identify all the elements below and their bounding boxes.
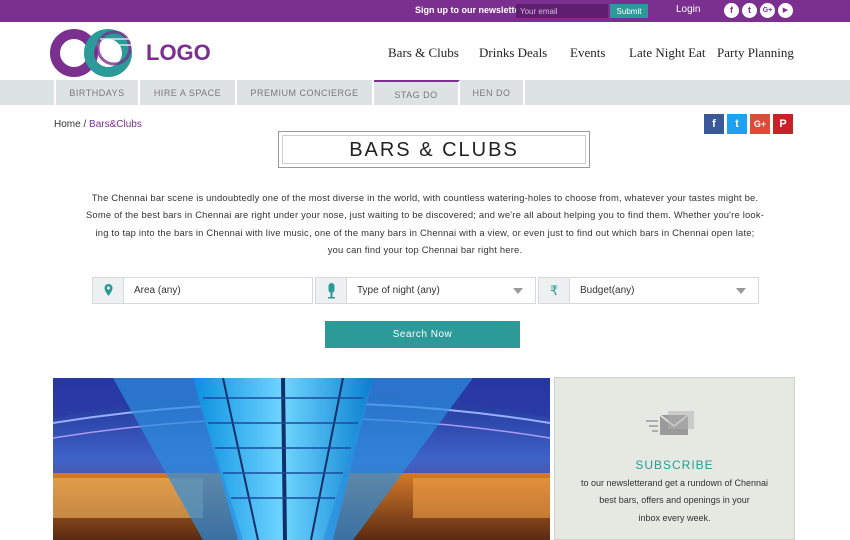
bar-interior-image bbox=[53, 378, 550, 540]
intro-line: ing to tap into the bars in Chennai with… bbox=[95, 226, 755, 238]
intro-line: The Chennai bar scene is undoubtedly one… bbox=[91, 192, 759, 203]
sub-nav: BIRTHDAYS HIRE A SPACE PREMIUM CONCIERGE… bbox=[0, 80, 850, 105]
newsletter-email-input[interactable] bbox=[516, 4, 608, 18]
envelope-icon bbox=[646, 411, 694, 435]
search-now-button[interactable]: Search Now bbox=[325, 321, 520, 348]
twitter-icon[interactable]: t bbox=[742, 3, 757, 18]
nav-events[interactable]: Events bbox=[570, 45, 605, 61]
budget-select-value: Budget(any) bbox=[580, 285, 635, 296]
breadcrumb-separator: / bbox=[83, 119, 87, 130]
subnav-premium-concierge[interactable]: PREMIUM CONCIERGE bbox=[237, 80, 374, 105]
breadcrumb: Home / Bars&Clubs bbox=[54, 119, 142, 130]
subnav-spacer bbox=[0, 80, 56, 105]
page-title: BARS & CLUBS bbox=[278, 131, 590, 168]
night-type-select-value: Type of night (any) bbox=[357, 285, 440, 296]
subscribe-title: SUBSCRIBE bbox=[635, 458, 714, 472]
share-google-plus-icon[interactable]: G+ bbox=[750, 114, 770, 134]
top-bar: Sign up to our newsletter Submit Login f… bbox=[0, 0, 850, 22]
budget-select[interactable]: ₹ Budget(any) bbox=[538, 277, 759, 304]
intro-line: you can find your top Chennai bar right … bbox=[327, 243, 523, 255]
area-select[interactable]: Area (any) bbox=[92, 277, 313, 304]
nav-bars-clubs[interactable]: Bars & Clubs bbox=[388, 45, 459, 61]
subscribe-description: to our newsletterand get a rundown of Ch… bbox=[570, 475, 779, 527]
facebook-icon[interactable]: f bbox=[724, 3, 739, 18]
rupee-icon: ₹ bbox=[539, 278, 570, 303]
nav-drinks-deals[interactable]: Drinks Deals bbox=[479, 45, 547, 61]
chevron-down-icon bbox=[513, 288, 523, 294]
map-pin-icon bbox=[93, 278, 124, 303]
subnav-stag-do[interactable]: STAG DO bbox=[374, 80, 460, 105]
subscribe-line: to our newsletterand get a rundown of Ch… bbox=[580, 478, 769, 488]
google-plus-icon[interactable]: G+ bbox=[760, 3, 775, 18]
logo-icon[interactable] bbox=[50, 28, 136, 78]
login-link[interactable]: Login bbox=[676, 4, 700, 15]
microphone-icon bbox=[316, 278, 347, 303]
intro-text: The Chennai bar scene is undoubtedly one… bbox=[80, 189, 770, 258]
youtube-icon[interactable]: ▶ bbox=[778, 3, 793, 18]
subnav-hire-a-space[interactable]: HIRE A SPACE bbox=[140, 80, 237, 105]
chevron-down-icon bbox=[736, 288, 746, 294]
share-twitter-icon[interactable]: t bbox=[727, 114, 747, 134]
subscribe-box: SUBSCRIBE to our newsletterand get a run… bbox=[554, 377, 795, 540]
nav-late-night-eat[interactable]: Late Night Eat bbox=[629, 45, 706, 61]
subnav-hen-do[interactable]: HEN DO bbox=[460, 80, 525, 105]
logo-text[interactable]: LOGO bbox=[146, 40, 211, 66]
night-type-select[interactable]: Type of night (any) bbox=[315, 277, 536, 304]
share-facebook-icon[interactable]: f bbox=[704, 114, 724, 134]
breadcrumb-home[interactable]: Home bbox=[54, 119, 81, 130]
nav-party-planning[interactable]: Party Planning bbox=[717, 45, 794, 61]
breadcrumb-current: Bars&Clubs bbox=[89, 119, 142, 130]
subscribe-line: best bars, offers and openings in your bbox=[599, 495, 750, 506]
newsletter-submit-button[interactable]: Submit bbox=[610, 4, 648, 18]
share-pinterest-icon[interactable]: P bbox=[773, 114, 793, 134]
subscribe-line: inbox every week. bbox=[638, 512, 711, 523]
subnav-birthdays[interactable]: BIRTHDAYS bbox=[56, 80, 140, 105]
area-select-value: Area (any) bbox=[134, 285, 181, 296]
intro-line: Some of the best bars in Chennai are rig… bbox=[85, 209, 765, 221]
newsletter-label: Sign up to our newsletter bbox=[415, 5, 524, 15]
